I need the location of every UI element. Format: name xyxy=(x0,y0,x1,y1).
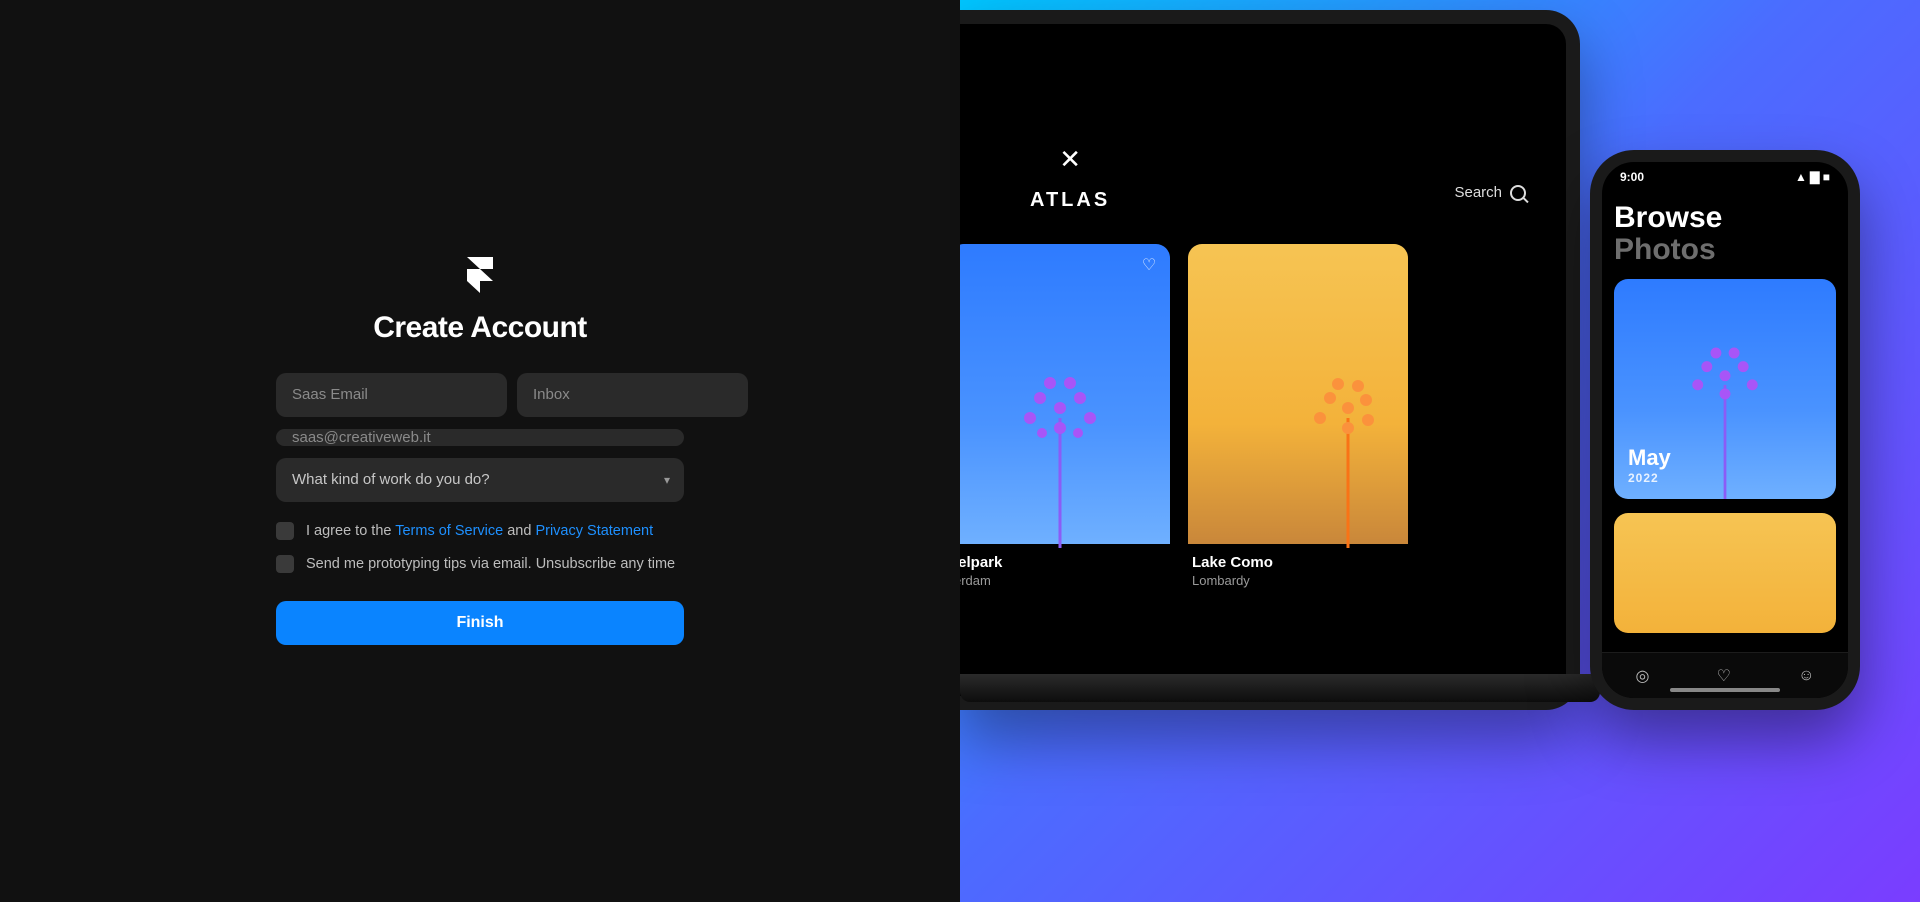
compass-icon: ◎ xyxy=(1636,666,1650,686)
search-icon xyxy=(1510,185,1526,201)
framer-logo-icon xyxy=(467,257,493,293)
laptop-card: Lake Como Lombardy xyxy=(1188,244,1408,588)
signup-panel: Create Account What kind of work do you … xyxy=(0,0,960,902)
phone-screen: Browse Photos May 2022 xyxy=(1614,202,1836,648)
card-image: ♡ xyxy=(960,244,1170,544)
email-input[interactable] xyxy=(276,429,684,446)
name-row xyxy=(276,373,684,417)
phone-time: 9:00 xyxy=(1620,170,1644,184)
laptop-card-row: ♡ lelpark erdam xyxy=(960,244,1408,588)
finish-button[interactable]: Finish xyxy=(276,601,684,645)
phone-heading-main: Browse xyxy=(1614,202,1722,234)
work-select[interactable]: What kind of work do you do? xyxy=(276,458,684,502)
card-title: Lake Como xyxy=(1192,554,1404,571)
page-title: Create Account xyxy=(373,311,587,345)
laptop-base xyxy=(960,674,1600,702)
flower-icon xyxy=(980,328,1140,548)
terms-checkbox[interactable] xyxy=(276,522,294,540)
user-icon: ☺ xyxy=(1798,667,1814,685)
phone-notch xyxy=(1665,162,1785,186)
laptop-search: Search xyxy=(1454,184,1526,201)
terms-checkbox-row: I agree to the Terms of Service and Priv… xyxy=(276,522,684,541)
phone-card-label: May 2022 xyxy=(1628,445,1671,485)
preview-panel: ✕ ATLAS Search ♡ lelpark xyxy=(960,0,1920,902)
laptop-app-header: ✕ ATLAS xyxy=(1030,144,1110,212)
search-label-text: Search xyxy=(1454,184,1502,201)
card-subtitle: Lombardy xyxy=(1192,573,1404,588)
signup-form: Create Account What kind of work do you … xyxy=(276,257,684,646)
phone-heading-sub: Photos xyxy=(1614,234,1836,266)
card-title: lelpark xyxy=(960,554,1166,571)
last-name-input[interactable] xyxy=(517,373,748,417)
phone-mockup: 9:00 ▲ ▇ ■ Browse Photos May 2022 xyxy=(1590,150,1860,710)
work-select-wrap: What kind of work do you do? ▾ xyxy=(276,458,684,502)
first-name-input[interactable] xyxy=(276,373,507,417)
phone-card: May 2022 xyxy=(1614,279,1836,499)
card-meta: Lake Como Lombardy xyxy=(1188,544,1408,588)
home-indicator xyxy=(1670,688,1780,692)
checkbox-group: I agree to the Terms of Service and Priv… xyxy=(276,522,684,574)
phone-card-month: May xyxy=(1628,445,1671,471)
tips-checkbox[interactable] xyxy=(276,555,294,573)
laptop-screen: ✕ ATLAS Search ♡ lelpark xyxy=(960,24,1566,696)
terms-of-service-link[interactable]: Terms of Service xyxy=(395,523,503,539)
close-icon: ✕ xyxy=(1059,144,1081,175)
terms-prefix: I agree to the xyxy=(306,523,395,539)
phone-card xyxy=(1614,513,1836,633)
heart-icon: ♡ xyxy=(1138,254,1160,276)
tips-checkbox-row: Send me prototyping tips via email. Unsu… xyxy=(276,555,684,574)
laptop-app-brand: ATLAS xyxy=(1030,189,1110,212)
tips-label: Send me prototyping tips via email. Unsu… xyxy=(306,555,675,574)
card-meta: lelpark erdam xyxy=(960,544,1170,588)
laptop-card: ♡ lelpark erdam xyxy=(960,244,1170,588)
privacy-statement-link[interactable]: Privacy Statement xyxy=(535,523,653,539)
phone-status-icons: ▲ ▇ ■ xyxy=(1795,170,1830,184)
terms-label: I agree to the Terms of Service and Priv… xyxy=(306,522,653,541)
phone-heading: Browse Photos xyxy=(1614,202,1836,265)
flower-icon xyxy=(1218,328,1378,548)
phone-card-year: 2022 xyxy=(1628,471,1671,485)
card-image xyxy=(1188,244,1408,544)
terms-middle: and xyxy=(503,523,535,539)
laptop-mockup: ✕ ATLAS Search ♡ lelpark xyxy=(960,10,1580,710)
card-subtitle: erdam xyxy=(960,573,1166,588)
heart-icon: ♡ xyxy=(1717,666,1731,686)
